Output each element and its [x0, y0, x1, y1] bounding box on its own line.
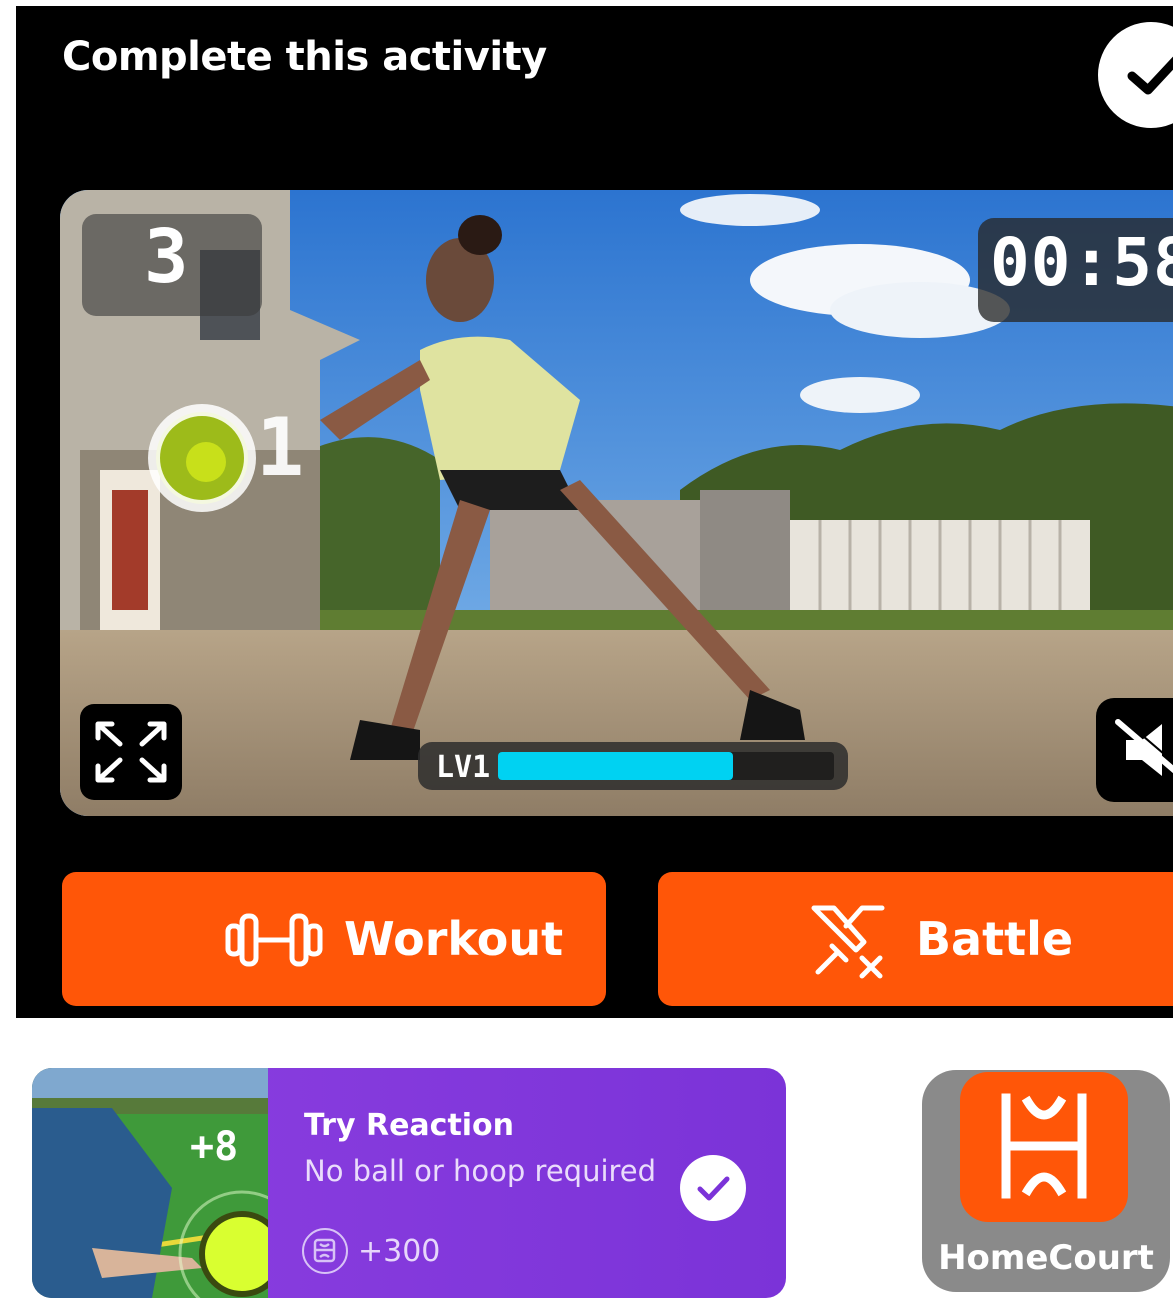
timer: 00:58	[990, 224, 1173, 301]
check-icon	[697, 1176, 730, 1201]
target-ring	[156, 412, 248, 504]
expand-button[interactable]	[80, 704, 182, 800]
homecourt-coin-icon	[302, 1228, 348, 1274]
try-reaction-card[interactable]: +8 Try Reaction No ball or hoop required…	[32, 1068, 786, 1298]
rep-counter: 3	[144, 214, 189, 300]
crossed-swords-icon	[811, 905, 885, 979]
level-fill	[498, 752, 734, 780]
dumbbell-icon	[225, 913, 323, 967]
mute-icon	[1115, 717, 1173, 776]
workout-label: Workout	[344, 912, 564, 966]
card-subtitle: No ball or hoop required	[304, 1154, 657, 1188]
level-progress: LV1	[418, 742, 848, 790]
thumbnail-image	[32, 1068, 268, 1298]
card-thumbnail: +8	[32, 1068, 268, 1298]
thumb-badge: +8	[190, 1124, 239, 1170]
workout-video[interactable]: 3 00:58 1 LV1	[60, 190, 1173, 816]
homecourt-app-tile[interactable]: HomeCourt	[922, 1070, 1170, 1292]
level-label: LV1	[436, 750, 491, 785]
battle-button[interactable]: Battle	[658, 872, 1173, 1006]
card-title: Try Reaction	[304, 1108, 515, 1143]
card-check-button[interactable]	[680, 1155, 746, 1221]
complete-check-button[interactable]	[1098, 22, 1173, 128]
app-name: HomeCourt	[938, 1238, 1154, 1278]
activity-panel: Complete this activity 3 00:5 1 LV1 Work…	[16, 6, 1173, 1018]
level-track	[498, 752, 834, 780]
card-points: +300	[358, 1234, 441, 1269]
target-label: 1	[256, 401, 305, 494]
page-title: Complete this activity	[62, 34, 547, 80]
check-icon	[1127, 56, 1173, 95]
reaction-target-icon	[148, 404, 256, 512]
target-core	[186, 442, 226, 482]
mute-button[interactable]	[1096, 698, 1173, 802]
homecourt-logo-icon	[960, 1072, 1128, 1222]
workout-button[interactable]: Workout	[62, 872, 606, 1006]
battle-label: Battle	[916, 912, 1074, 966]
expand-icon	[95, 721, 167, 783]
